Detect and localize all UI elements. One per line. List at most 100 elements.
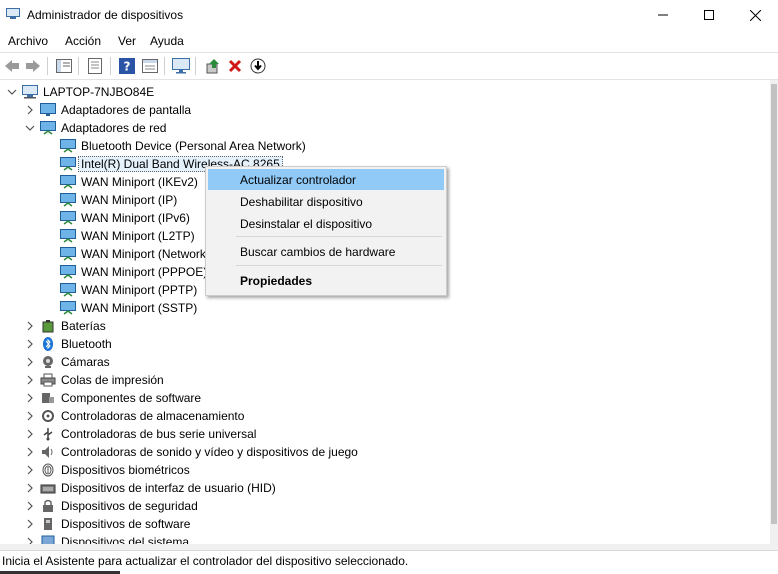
maximize-icon: [704, 10, 714, 20]
scan-hardware-button[interactable]: [172, 57, 190, 75]
tree-category[interactable]: Dispositivos de interfaz de usuario (HID…: [24, 479, 276, 497]
back-button[interactable]: [3, 57, 21, 75]
maximize-button[interactable]: [686, 0, 732, 30]
close-icon: [749, 9, 761, 21]
tree-category[interactable]: Bluetooth: [24, 335, 112, 353]
svg-text:?: ?: [124, 60, 131, 74]
chevron-right-icon[interactable]: [24, 482, 36, 494]
menu-archivo[interactable]: Archivo: [8, 34, 48, 48]
chevron-right-icon[interactable]: [24, 446, 36, 458]
chevron-right-icon[interactable]: [24, 374, 36, 386]
tree-category[interactable]: Dispositivos biométricos: [24, 461, 190, 479]
minimize-button[interactable]: [640, 0, 686, 30]
tree-device[interactable]: WAN Miniport (IP): [60, 191, 177, 209]
tree-device[interactable]: WAN Miniport (IKEv2): [60, 173, 198, 191]
tree-device-label: WAN Miniport (IP): [81, 193, 178, 207]
tree-category-label: Bluetooth: [61, 337, 112, 351]
bluetooth-icon: [40, 337, 56, 351]
update-driver-button[interactable]: [204, 57, 222, 75]
tree-device-label: WAN Miniport (PPPOE): [81, 265, 208, 279]
toolbar-separator: [195, 57, 196, 75]
tree-category-label: Adaptadores de red: [61, 121, 167, 135]
chevron-right-icon[interactable]: [24, 518, 36, 530]
tree-category[interactable]: Cámaras: [24, 353, 110, 371]
tree-category-label: Controladoras de bus serie universal: [61, 427, 257, 441]
tree-category[interactable]: Adaptadores de pantalla: [24, 101, 191, 119]
display-adapter-icon: [40, 103, 56, 117]
tree-device-label: WAN Miniport (IPv6): [81, 211, 190, 225]
status-text: Inicia el Asistente para actualizar el c…: [2, 554, 409, 568]
tree-device[interactable]: WAN Miniport (SSTP): [60, 299, 197, 317]
menu-item-update-driver[interactable]: Actualizar controlador: [208, 169, 444, 190]
network-adapter-icon: [60, 247, 76, 261]
forward-icon: [26, 60, 40, 72]
tree-category[interactable]: Controladoras de almacenamiento: [24, 407, 244, 425]
properties-button[interactable]: [86, 57, 104, 75]
help-button[interactable]: ?: [118, 57, 136, 75]
tree-category[interactable]: Dispositivos de software: [24, 515, 190, 533]
usb-icon: [40, 427, 56, 441]
enable-device-icon: [250, 58, 266, 74]
fingerprint-icon: [40, 463, 56, 477]
toolbar-separator: [47, 57, 48, 75]
chevron-down-icon[interactable]: [24, 122, 36, 134]
chevron-right-icon[interactable]: [24, 428, 36, 440]
menu-item-disable-device[interactable]: Deshabilitar dispositivo: [208, 191, 444, 212]
chevron-right-icon[interactable]: [24, 500, 36, 512]
tree-category-label: Cámaras: [61, 355, 110, 369]
help-icon: ?: [119, 58, 135, 74]
chevron-right-icon[interactable]: [24, 356, 36, 368]
tree-category[interactable]: Baterías: [24, 317, 106, 335]
menu-item-scan-hardware[interactable]: Buscar cambios de hardware: [208, 241, 444, 262]
tree-category[interactable]: Colas de impresión: [24, 371, 164, 389]
vertical-scrollbar-thumb[interactable]: [771, 84, 777, 524]
tree-category[interactable]: Adaptadores de red: [24, 119, 166, 137]
menu-item-properties[interactable]: Propiedades: [208, 270, 444, 291]
view-icon: [142, 59, 158, 73]
monitor-icon: [172, 58, 190, 74]
network-adapter-icon: [60, 157, 76, 171]
tree-category-label: Dispositivos de interfaz de usuario (HID…: [61, 481, 276, 495]
properties-icon: [88, 58, 102, 74]
tree-device[interactable]: Bluetooth Device (Personal Area Network): [60, 137, 306, 155]
enable-device-button[interactable]: [249, 57, 267, 75]
tree-root-label: LAPTOP-7NJBO84E: [43, 85, 155, 99]
chevron-right-icon[interactable]: [24, 464, 36, 476]
tree-device[interactable]: WAN Miniport (IPv6): [60, 209, 190, 227]
uninstall-device-button[interactable]: [226, 57, 244, 75]
tree-category[interactable]: Componentes de software: [24, 389, 201, 407]
toolbar-separator: [110, 57, 111, 75]
forward-button[interactable]: [24, 57, 42, 75]
tree-category-label: Dispositivos biométricos: [61, 463, 190, 477]
view-button[interactable]: [141, 57, 159, 75]
tree-category[interactable]: Controladoras de sonido y vídeo y dispos…: [24, 443, 358, 461]
chevron-right-icon[interactable]: [24, 338, 36, 350]
vertical-scrollbar[interactable]: [770, 80, 778, 546]
network-adapter-icon: [40, 121, 56, 135]
tree-device[interactable]: WAN Miniport (L2TP): [60, 227, 195, 245]
battery-icon: [40, 319, 56, 333]
menu-item-uninstall-device[interactable]: Desinstalar el dispositivo: [208, 213, 444, 234]
close-button[interactable]: [732, 0, 778, 30]
menu-ver[interactable]: Ver: [118, 34, 136, 48]
menu-accion[interactable]: Acción: [65, 34, 101, 48]
show-hide-tree-button[interactable]: [55, 57, 73, 75]
tree-category-label: Adaptadores de pantalla: [61, 103, 192, 117]
tree-device[interactable]: WAN Miniport (PPPOE): [60, 263, 207, 281]
chevron-right-icon[interactable]: [24, 392, 36, 404]
menu-ayuda[interactable]: Ayuda: [150, 34, 184, 48]
sound-icon: [40, 445, 56, 459]
chevron-down-icon[interactable]: [6, 86, 18, 98]
title-bar: Administrador de dispositivos: [0, 0, 778, 30]
chevron-right-icon[interactable]: [24, 320, 36, 332]
tree-device-label: WAN Miniport (L2TP): [81, 229, 195, 243]
window-title: Administrador de dispositivos: [27, 8, 184, 22]
tree-device[interactable]: WAN Miniport (PPTP): [60, 281, 197, 299]
tree-category[interactable]: Dispositivos de seguridad: [24, 497, 198, 515]
tree-device-label: WAN Miniport (IKEv2): [81, 175, 198, 189]
chevron-right-icon[interactable]: [24, 104, 36, 116]
tree-category[interactable]: Controladoras de bus serie universal: [24, 425, 256, 443]
chevron-right-icon[interactable]: [24, 410, 36, 422]
tree-root[interactable]: LAPTOP-7NJBO84E: [6, 83, 154, 101]
tree-category-label: Dispositivos de seguridad: [61, 499, 198, 513]
